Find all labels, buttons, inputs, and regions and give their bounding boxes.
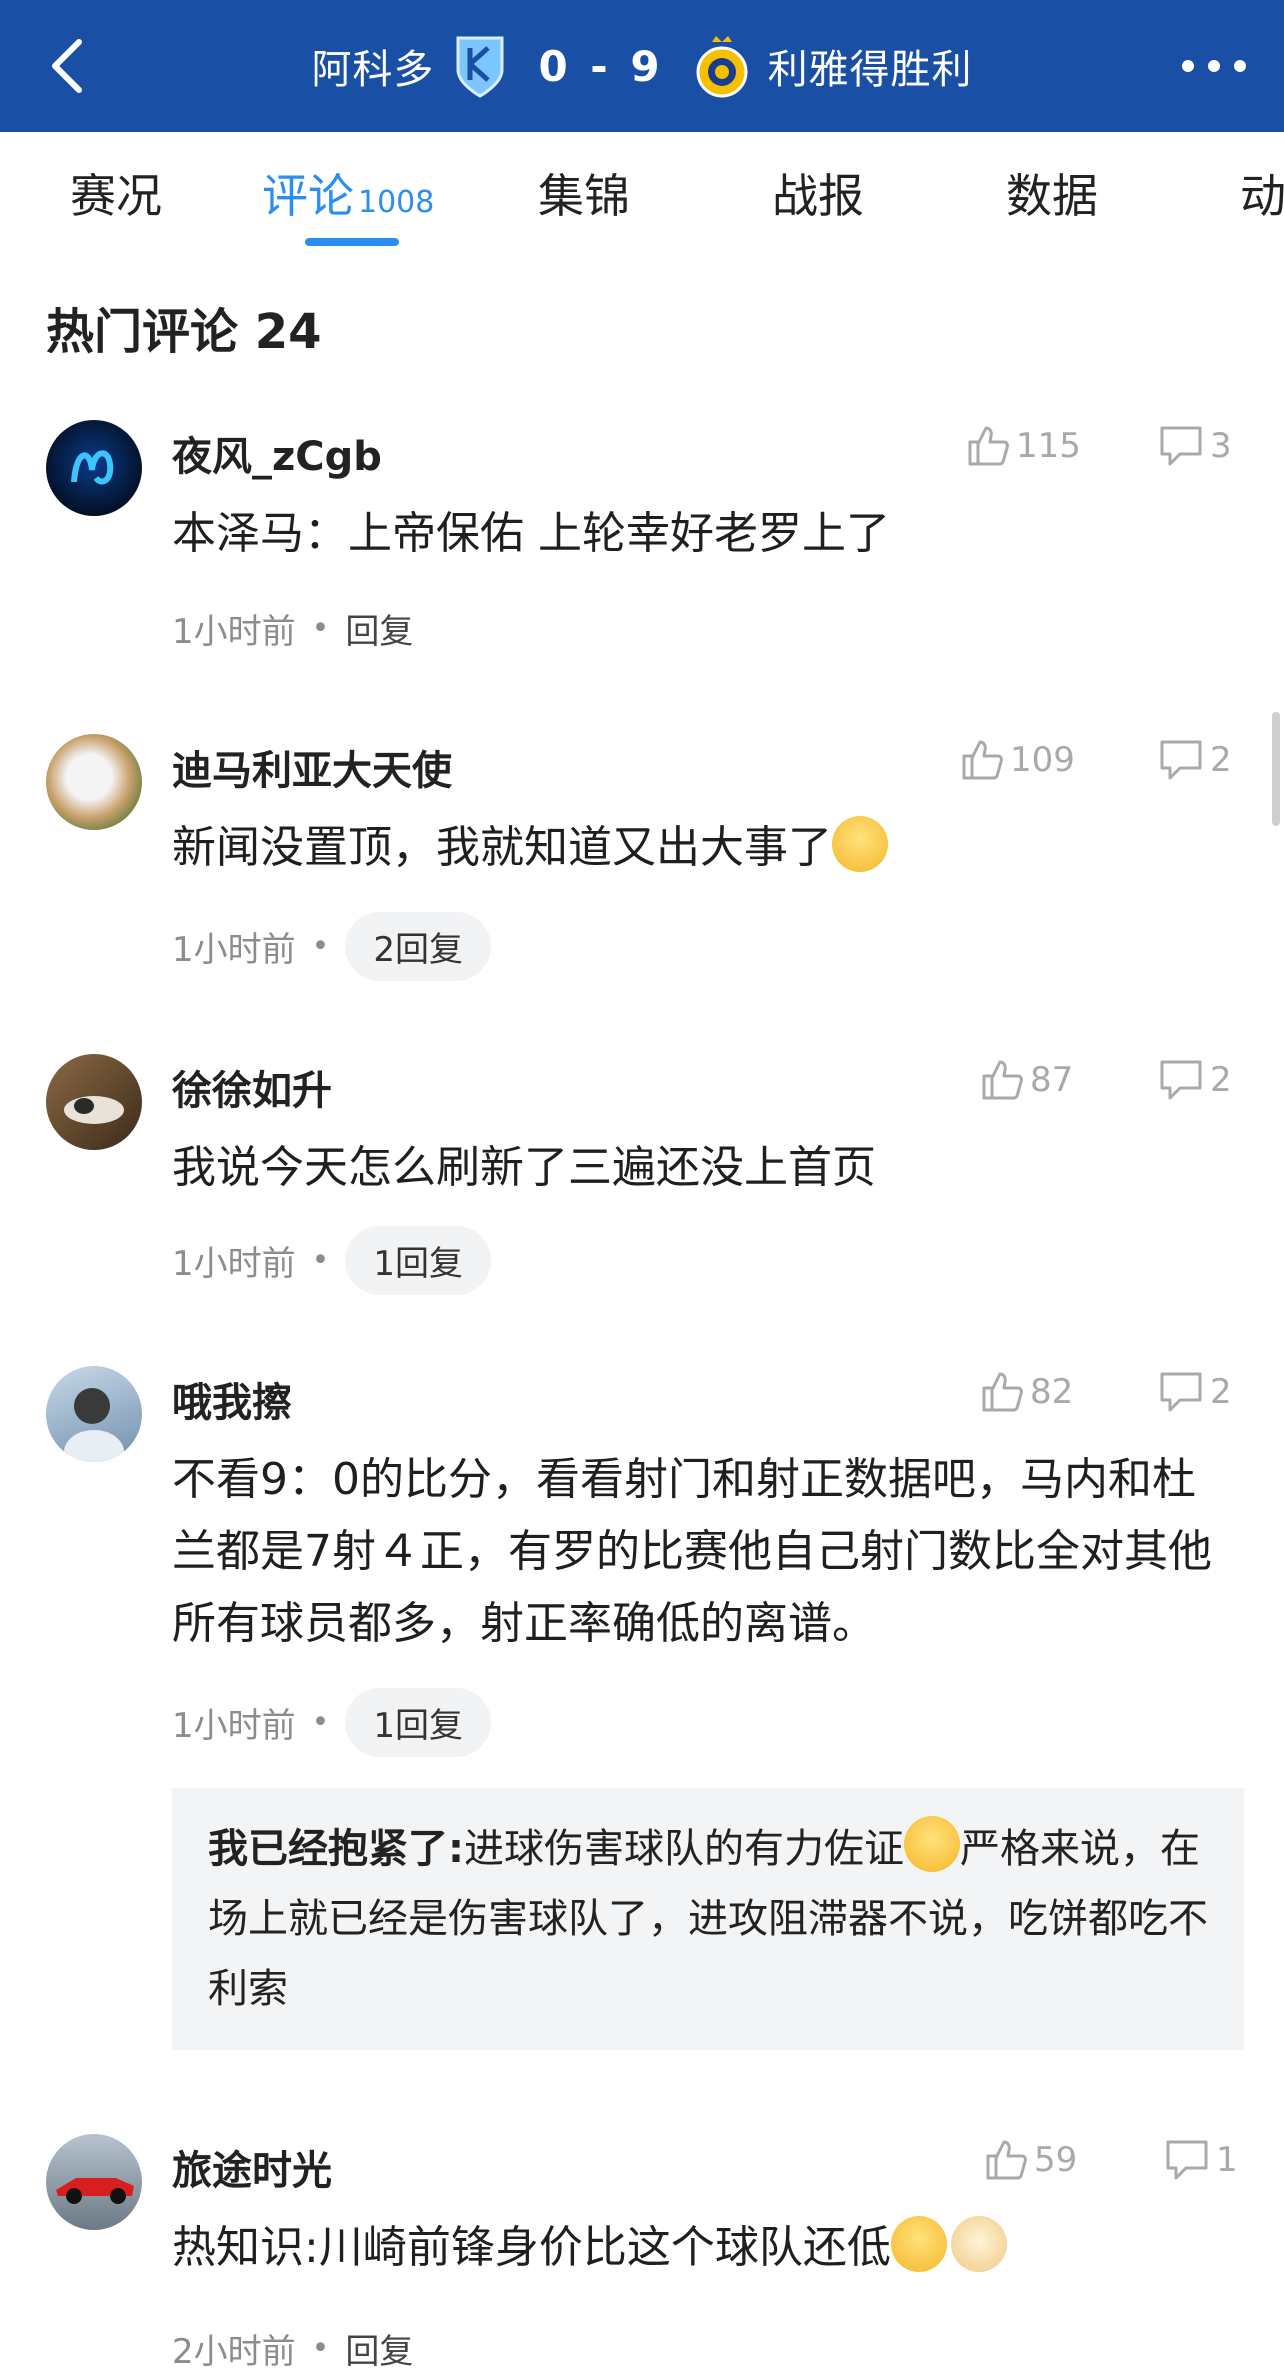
like-button[interactable]: 109 [960, 738, 1075, 782]
tab-bar: 赛况 评论 1008 集锦 战报 数据 动 [0, 132, 1284, 256]
comment-text: 我说今天怎么刷新了三遍还没上首页 [172, 1142, 876, 1193]
reply-link[interactable]: 回复 [345, 604, 413, 653]
view-replies-button[interactable]: 1回复 [345, 1688, 491, 1757]
tab-stats[interactable]: 数据 [1006, 160, 1098, 226]
tab-highlights[interactable]: 集锦 [538, 160, 630, 226]
view-replies-button[interactable]: 1回复 [345, 1226, 491, 1295]
more-dots-icon [1182, 60, 1194, 72]
comment-meta: 1小时前 • 1回复 [172, 1226, 491, 1295]
tab-more[interactable]: 动 [1240, 160, 1284, 226]
avatar[interactable] [46, 420, 142, 516]
reply-count-button[interactable]: 2 [1158, 1058, 1232, 1102]
reply-count-button[interactable]: 2 [1158, 1370, 1232, 1414]
comment-bubble-icon [1160, 1060, 1202, 1100]
comment-time: 1小时前 [172, 1706, 296, 1746]
comment-time: 2小时前 [172, 2332, 296, 2372]
home-team-badge-icon [452, 33, 508, 99]
comment-text: 新闻没置顶，我就知道又出大事了 [172, 812, 1232, 884]
reply-count-button[interactable]: 2 [1158, 738, 1232, 782]
reply-count-button[interactable]: 3 [1158, 424, 1232, 468]
thumbs-up-icon [962, 740, 1003, 780]
tab-live[interactable]: 赛况 [70, 160, 162, 226]
avatar[interactable] [46, 734, 142, 830]
avatar[interactable] [46, 1054, 142, 1150]
avatar[interactable] [46, 1366, 142, 1462]
comment-text: 热知识:川崎前锋身价比这个球队还低 [172, 2212, 1232, 2284]
comment-bubble-icon [1160, 1372, 1202, 1412]
home-team-name: 阿科多 [311, 47, 435, 93]
reply-link[interactable]: 回复 [345, 2324, 413, 2373]
comment-time: 1小时前 [172, 612, 296, 652]
comment-time: 1小时前 [172, 930, 296, 970]
comment-meta: 1小时前 • 2回复 [172, 912, 491, 981]
tab-comments[interactable]: 评论 1008 [262, 160, 434, 226]
laughing-emoji-icon [904, 1816, 960, 1872]
reply-count: 3 [1210, 426, 1232, 466]
sub-reply[interactable]: 我已经抱紧了:进球伤害球队的有力佐证 严格来说，在场上就已经是伤害球队了，进攻阻滞… [172, 1788, 1244, 2050]
away-team-badge-icon [694, 33, 750, 99]
like-button[interactable]: 82 [980, 1370, 1073, 1414]
match-header: 阿科多 0 - 9 利雅得胜利 [0, 0, 1284, 132]
comment-time: 1小时前 [172, 1244, 296, 1284]
crying-emoji-icon [832, 816, 888, 872]
doge-emoji-icon [950, 2216, 1007, 2272]
comment-text-content: 热知识:川崎前锋身价比这个球队还低 [172, 2222, 891, 2273]
comment-meta: 1小时前 • 1回复 [172, 1688, 491, 1757]
like-button[interactable]: 87 [980, 1058, 1073, 1102]
reply-count-button[interactable]: 1 [1164, 2138, 1238, 2182]
comment-text: 本泽马：上帝保佑 上轮幸好老罗上了 [172, 508, 890, 559]
comment-username[interactable]: 迪马利亚大天使 [172, 738, 452, 796]
like-button[interactable]: 115 [966, 424, 1081, 468]
scrollbar[interactable] [1272, 712, 1280, 826]
like-count: 59 [1034, 2140, 1078, 2180]
comment-username[interactable]: 哦我擦 [172, 1370, 292, 1428]
hot-comments-title: 热门评论 24 [46, 304, 322, 360]
tab-comments-count: 1008 [358, 185, 435, 220]
comment-meta: 1小时前 • 回复 [172, 604, 413, 653]
match-score: 0 - 9 [538, 41, 664, 91]
comment-bubble-icon [1166, 2140, 1208, 2180]
reply-count: 2 [1210, 1372, 1232, 1412]
thumbs-up-icon [968, 426, 1009, 466]
avatar[interactable] [46, 2134, 142, 2230]
like-count: 87 [1030, 1060, 1074, 1100]
comment-bubble-icon [1160, 740, 1202, 780]
comment-meta: 2小时前 • 回复 [172, 2324, 413, 2373]
thumbs-up-icon [982, 1060, 1023, 1100]
comment-text-content: 新闻没置顶，我就知道又出大事了 [172, 822, 832, 873]
tab-report[interactable]: 战报 [772, 160, 864, 226]
like-count: 115 [1016, 426, 1081, 466]
sub-reply-text: 进球伤害球队的有力佐证 [464, 1826, 904, 1872]
like-button[interactable]: 59 [984, 2138, 1077, 2182]
reply-count: 1 [1216, 2140, 1238, 2180]
match-result-text: 利雅得胜利 [767, 47, 973, 93]
comment-username[interactable]: 夜风_zCgb [172, 424, 382, 482]
comment-username[interactable]: 旅途时光 [172, 2138, 332, 2196]
laughing-emoji-icon [890, 2216, 947, 2272]
comment-bubble-icon [1160, 426, 1202, 466]
active-tab-indicator [305, 238, 399, 246]
thumbs-up-icon [986, 2140, 1027, 2180]
comment-text: 不看9：0的比分，看看射门和射正数据吧，马内和杜兰都是7射４正，有罗的比赛他自己… [172, 1454, 1212, 1649]
comment-username[interactable]: 徐徐如升 [172, 1058, 332, 1116]
like-count: 109 [1010, 740, 1075, 780]
match-summary[interactable]: 阿科多 0 - 9 利雅得胜利 [0, 0, 1284, 132]
sub-reply-username[interactable]: 我已经抱紧了: [208, 1826, 464, 1872]
thumbs-up-icon [982, 1372, 1023, 1412]
more-options-button[interactable] [1182, 56, 1246, 76]
like-count: 82 [1030, 1372, 1074, 1412]
reply-count: 2 [1210, 1060, 1232, 1100]
reply-count: 2 [1210, 740, 1232, 780]
tab-comments-label: 评论 [262, 169, 354, 223]
view-replies-button[interactable]: 2回复 [345, 912, 491, 981]
